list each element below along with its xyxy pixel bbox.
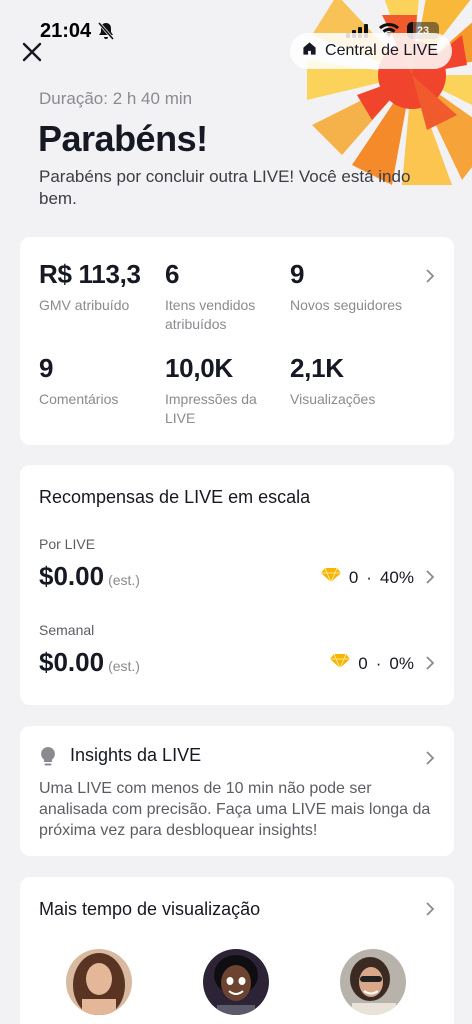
lightbulb-icon — [39, 746, 57, 773]
stat-label: Itens vendidos atribuídos — [165, 297, 256, 332]
reward-percent: 0% — [389, 653, 414, 673]
stat-label: Impressões da LIVE — [165, 391, 257, 426]
stat-impressions: 10,0K Impressões da LIVE — [165, 353, 275, 428]
amount-value: $0.00 — [39, 561, 105, 591]
stat-label: Comentários — [39, 391, 119, 407]
stat-views: 2,1K Visualizações — [290, 353, 400, 409]
rewards-title: Recompensas de LIVE em escala — [39, 487, 311, 507]
stat-value: 9 — [39, 353, 54, 383]
stat-label: GMV atribuído — [39, 297, 130, 313]
separator: · — [375, 653, 382, 673]
live-center-button[interactable]: Central de LIVE — [290, 33, 452, 69]
viewer-avatar[interactable] — [340, 949, 406, 1015]
chevron-right-icon — [426, 902, 435, 916]
live-center-label: Central de LIVE — [325, 42, 438, 59]
page-title: Parabéns! — [38, 118, 208, 159]
diamond-count: 0 — [348, 567, 359, 587]
close-icon[interactable] — [20, 40, 44, 64]
rewards-weekly-label: Semanal — [39, 622, 95, 638]
rewards-weekly-detail[interactable]: 0 · 0% — [330, 653, 414, 674]
diamond-icon — [320, 567, 341, 588]
rewards-weekly-amount: $0.00 (est.) — [39, 647, 140, 678]
insights-title: Insights da LIVE — [70, 745, 202, 765]
chevron-right-icon[interactable] — [425, 569, 435, 585]
viewer-avatar[interactable] — [66, 949, 132, 1015]
diamond-count: 0 — [358, 653, 368, 673]
stats-card[interactable]: R$ 113,3 GMV atribuído 6 Itens vendidos … — [20, 237, 454, 445]
page-subtitle: Parabéns por concluir outra LIVE! Você e… — [39, 167, 411, 208]
chevron-right-icon — [426, 269, 435, 283]
stat-comments: 9 Comentários — [39, 353, 149, 409]
insights-body: Uma LIVE com menos de 10 min não pode se… — [39, 780, 431, 839]
top-watch-time-card[interactable]: Mais tempo de visualização — [20, 877, 454, 1024]
watch-time-title: Mais tempo de visualização — [39, 899, 261, 919]
rewards-per-live-detail[interactable]: 0 · 40% — [320, 567, 414, 588]
bell-muted-icon — [97, 22, 115, 45]
stat-gmv: R$ 113,3 GMV atribuído — [39, 259, 149, 315]
amount-estimate: (est.) — [108, 658, 140, 674]
separator: · — [366, 567, 372, 587]
live-duration: Duração: 2 h 40 min — [39, 89, 193, 108]
status-time: 21:04 — [40, 20, 92, 42]
chevron-right-icon[interactable] — [425, 655, 435, 671]
live-rewards-card: Recompensas de LIVE em escala Por LIVE $… — [20, 465, 454, 705]
viewer-avatar[interactable] — [203, 949, 269, 1015]
reward-percent: 40% — [379, 567, 414, 587]
stat-items-sold: 6 Itens vendidos atribuídos — [165, 259, 275, 334]
stat-value: 9 — [290, 259, 305, 289]
live-insights-card[interactable]: Insights da LIVE Uma LIVE com menos de 1… — [20, 726, 454, 856]
stat-new-followers: 9 Novos seguidores — [290, 259, 420, 315]
stat-value: R$ 113,3 — [39, 259, 141, 289]
stat-label: Novos seguidores — [290, 297, 403, 313]
home-icon — [302, 41, 317, 61]
rewards-per-live-amount: $0.00 (est.) — [39, 561, 140, 592]
stat-value: 2,1K — [290, 353, 344, 383]
rewards-per-live-label: Por LIVE — [39, 536, 96, 552]
stat-label: Visualizações — [290, 391, 376, 407]
amount-value: $0.00 — [39, 647, 105, 677]
stat-value: 10,0K — [165, 353, 233, 383]
amount-estimate: (est.) — [108, 572, 140, 588]
diamond-icon — [330, 653, 351, 674]
stat-value: 6 — [165, 259, 180, 289]
chevron-right-icon — [426, 751, 435, 765]
